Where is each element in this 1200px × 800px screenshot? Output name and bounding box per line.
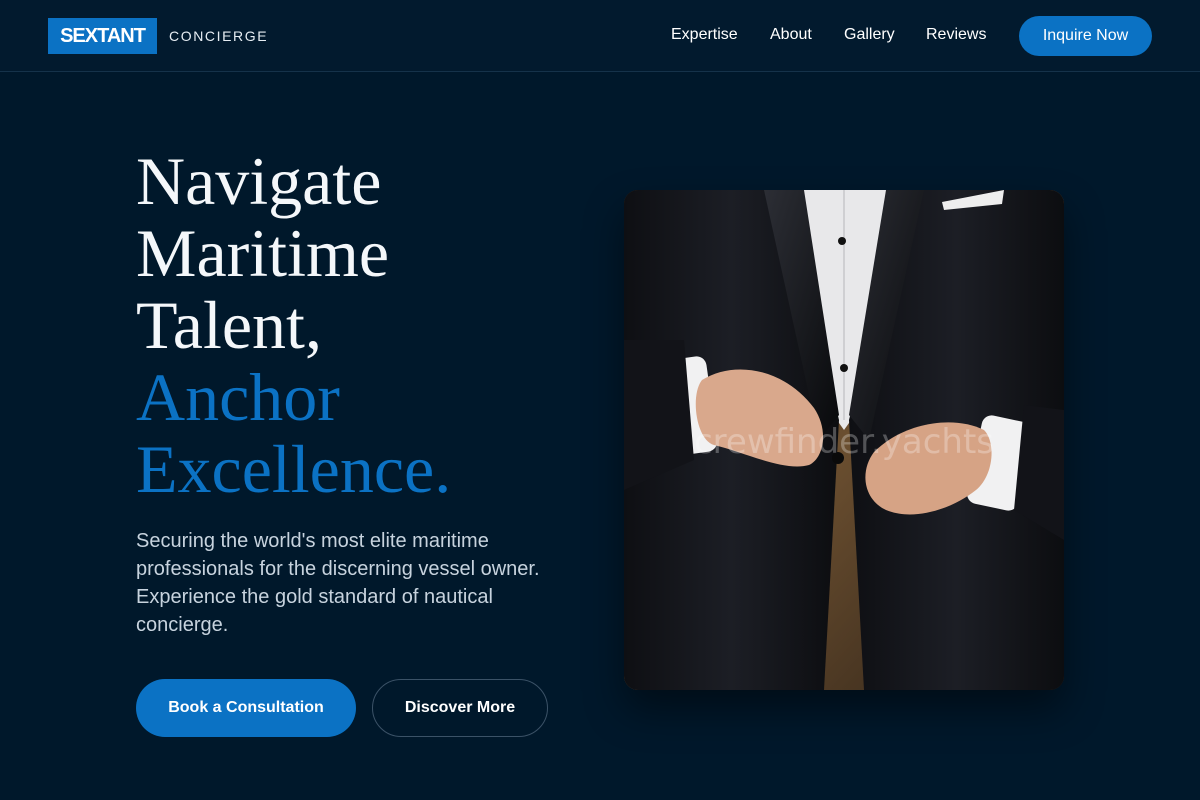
headline-line-2: Maritime — [136, 215, 390, 291]
headline-accent-line-1: Anchor — [136, 359, 340, 435]
nav-link-reviews[interactable]: Reviews — [926, 26, 986, 44]
nav-links: Expertise About Gallery Reviews — [0, 26, 1000, 46]
nav-link-expertise[interactable]: Expertise — [671, 26, 738, 44]
headline-line-1: Navigate — [136, 143, 382, 219]
discover-more-button[interactable]: Discover More — [372, 679, 548, 737]
hero-image-tuxedo: crewfinder.yachts — [624, 190, 1064, 690]
top-navigation: SEXTANT CONCIERGE Expertise About Galler… — [0, 0, 1200, 72]
nav-link-about[interactable]: About — [770, 26, 812, 44]
nav-link-gallery[interactable]: Gallery — [844, 26, 895, 44]
headline-accent-line-2: Excellence. — [136, 431, 452, 507]
image-watermark: crewfinder.yachts — [693, 422, 995, 462]
inquire-now-button[interactable]: Inquire Now — [1019, 16, 1152, 56]
hero-description: Securing the world's most elite maritime… — [136, 530, 540, 636]
book-consultation-button[interactable]: Book a Consultation — [136, 679, 356, 737]
hero-headline: Navigate Maritime Talent, Anchor Excelle… — [136, 145, 596, 505]
headline-line-3: Talent, — [136, 287, 322, 363]
